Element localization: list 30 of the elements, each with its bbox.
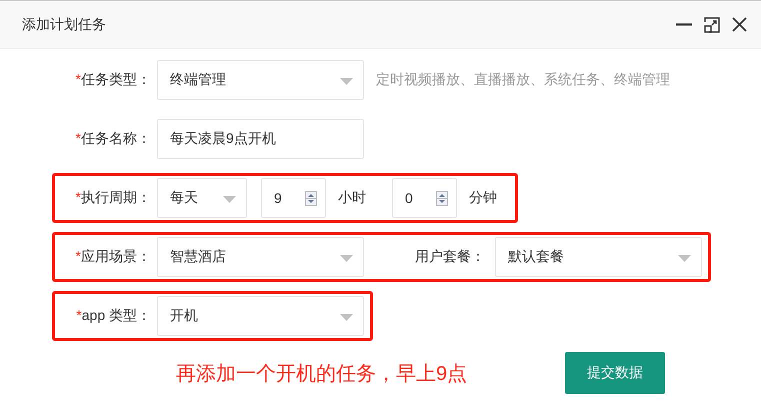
number-field[interactable]: 9 — [261, 178, 326, 218]
submit-button[interactable]: 提交数据 — [565, 352, 665, 394]
field-label: *应用场景： — [74, 248, 152, 266]
window-title: 添加计划任务 — [22, 16, 107, 34]
spinner-icon[interactable] — [305, 191, 317, 206]
dropdown-field[interactable]: 终端管理 — [157, 60, 364, 100]
dropdown-caret-icon — [223, 196, 236, 203]
field-label: *任务类型： — [74, 71, 152, 89]
hint-text: 定时视频播放、直播播放、系统任务、终端管理 — [376, 71, 670, 89]
input-field[interactable]: 每天凌晨9点开机 — [157, 119, 364, 159]
dropdown-caret-icon — [340, 78, 353, 85]
dropdown-caret-icon — [678, 255, 691, 262]
close-icon[interactable] — [732, 17, 747, 32]
minimize-icon[interactable] — [676, 23, 692, 26]
field-label: 用户套餐： — [414, 248, 486, 266]
field-label: *app 类型： — [75, 307, 152, 325]
field-label: *任务名称： — [74, 130, 152, 148]
dropdown-field[interactable]: 智慧酒店 — [157, 237, 364, 277]
annotation-text: 再添加一个开机的任务，早上9点 — [176, 362, 468, 386]
unit-label: 分钟 — [469, 189, 497, 207]
number-field[interactable]: 0 — [392, 178, 457, 218]
field-label: *执行周期： — [74, 189, 152, 207]
dropdown-field[interactable]: 默认套餐 — [495, 237, 702, 277]
dropdown-field[interactable]: 每天 — [157, 178, 247, 218]
dropdown-field[interactable]: 开机 — [157, 296, 364, 336]
spinner-icon[interactable] — [436, 191, 448, 206]
unit-label: 小时 — [338, 189, 366, 207]
dropdown-caret-icon — [340, 314, 353, 321]
maximize-icon[interactable] — [704, 16, 720, 32]
dropdown-caret-icon — [340, 255, 353, 262]
